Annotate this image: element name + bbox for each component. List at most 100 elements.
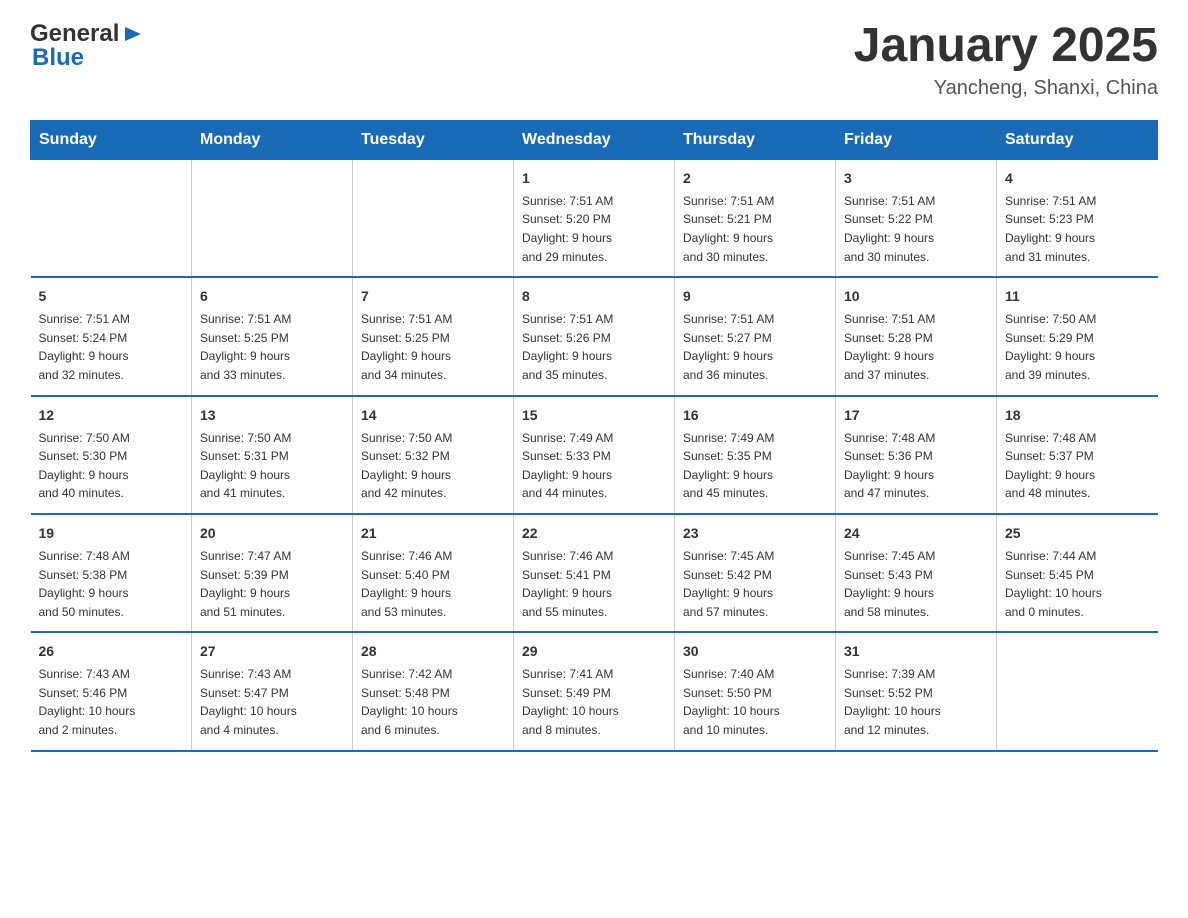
day-number: 1: [522, 168, 666, 189]
day-number: 3: [844, 168, 988, 189]
day-info: Sunrise: 7:46 AM Sunset: 5:40 PM Dayligh…: [361, 547, 505, 621]
calendar-cell: 7 Sunrise: 7:51 AM Sunset: 5:25 PM Daylig…: [353, 277, 514, 395]
day-info: Sunrise: 7:45 AM Sunset: 5:42 PM Dayligh…: [683, 547, 827, 621]
day-info: Sunrise: 7:41 AM Sunset: 5:49 PM Dayligh…: [522, 665, 666, 739]
day-number: 9: [683, 286, 827, 307]
calendar-cell: 6 Sunrise: 7:51 AM Sunset: 5:25 PM Daylig…: [192, 277, 353, 395]
day-number: 18: [1005, 405, 1150, 426]
calendar-cell: 5 Sunrise: 7:51 AM Sunset: 5:24 PM Daylig…: [31, 277, 192, 395]
day-number: 11: [1005, 286, 1150, 307]
calendar-cell: [353, 159, 514, 277]
day-info: Sunrise: 7:40 AM Sunset: 5:50 PM Dayligh…: [683, 665, 827, 739]
day-info: Sunrise: 7:51 AM Sunset: 5:26 PM Dayligh…: [522, 310, 666, 384]
calendar-cell: 3Sunrise: 7:51 AM Sunset: 5:22 PM Daylig…: [836, 159, 997, 277]
calendar-cell: 26 Sunrise: 7:43 AM Sunset: 5:46 PM Dayli…: [31, 632, 192, 750]
calendar-cell: [31, 159, 192, 277]
day-info: Sunrise: 7:44 AM Sunset: 5:45 PM Dayligh…: [1005, 547, 1150, 621]
calendar-cell: 15 Sunrise: 7:49 AM Sunset: 5:33 PM Dayli…: [514, 396, 675, 514]
day-info: Sunrise: 7:50 AM Sunset: 5:30 PM Dayligh…: [39, 429, 184, 503]
day-number: 12: [39, 405, 184, 426]
calendar-cell: 22 Sunrise: 7:46 AM Sunset: 5:41 PM Dayli…: [514, 514, 675, 632]
month-title: January 2025: [854, 20, 1158, 73]
day-number: 31: [844, 641, 988, 662]
day-number: 13: [200, 405, 344, 426]
day-info: Sunrise: 7:51 AM Sunset: 5:25 PM Dayligh…: [200, 310, 344, 384]
day-info: Sunrise: 7:47 AM Sunset: 5:39 PM Dayligh…: [200, 547, 344, 621]
calendar-week-row: 12 Sunrise: 7:50 AM Sunset: 5:30 PM Dayli…: [31, 396, 1158, 514]
day-of-week-header: Saturday: [997, 120, 1158, 159]
day-of-week-header: Thursday: [675, 120, 836, 159]
calendar-cell: 13 Sunrise: 7:50 AM Sunset: 5:31 PM Dayli…: [192, 396, 353, 514]
day-number: 17: [844, 405, 988, 426]
day-info: Sunrise: 7:48 AM Sunset: 5:37 PM Dayligh…: [1005, 429, 1150, 503]
day-of-week-header: Wednesday: [514, 120, 675, 159]
day-number: 24: [844, 523, 988, 544]
day-number: 14: [361, 405, 505, 426]
day-of-week-header: Tuesday: [353, 120, 514, 159]
day-number: 22: [522, 523, 666, 544]
day-info: Sunrise: 7:49 AM Sunset: 5:35 PM Dayligh…: [683, 429, 827, 503]
day-info: Sunrise: 7:51 AM Sunset: 5:21 PM Dayligh…: [683, 192, 827, 266]
day-number: 30: [683, 641, 827, 662]
day-number: 2: [683, 168, 827, 189]
day-number: 10: [844, 286, 988, 307]
day-info: Sunrise: 7:51 AM Sunset: 5:27 PM Dayligh…: [683, 310, 827, 384]
day-info: Sunrise: 7:39 AM Sunset: 5:52 PM Dayligh…: [844, 665, 988, 739]
day-info: Sunrise: 7:43 AM Sunset: 5:47 PM Dayligh…: [200, 665, 344, 739]
logo-arrow-icon: [121, 23, 143, 50]
day-of-week-header: Sunday: [31, 120, 192, 159]
calendar-cell: 29 Sunrise: 7:41 AM Sunset: 5:49 PM Dayli…: [514, 632, 675, 750]
day-info: Sunrise: 7:42 AM Sunset: 5:48 PM Dayligh…: [361, 665, 505, 739]
calendar-cell: 19Sunrise: 7:48 AM Sunset: 5:38 PM Dayli…: [31, 514, 192, 632]
calendar-cell: 20 Sunrise: 7:47 AM Sunset: 5:39 PM Dayli…: [192, 514, 353, 632]
day-info: Sunrise: 7:51 AM Sunset: 5:24 PM Dayligh…: [39, 310, 184, 384]
day-info: Sunrise: 7:48 AM Sunset: 5:36 PM Dayligh…: [844, 429, 988, 503]
day-number: 8: [522, 286, 666, 307]
calendar-cell: 24Sunrise: 7:45 AM Sunset: 5:43 PM Dayli…: [836, 514, 997, 632]
calendar-cell: 12 Sunrise: 7:50 AM Sunset: 5:30 PM Dayli…: [31, 396, 192, 514]
day-info: Sunrise: 7:51 AM Sunset: 5:20 PM Dayligh…: [522, 192, 666, 266]
calendar-cell: 14 Sunrise: 7:50 AM Sunset: 5:32 PM Dayli…: [353, 396, 514, 514]
day-info: Sunrise: 7:43 AM Sunset: 5:46 PM Dayligh…: [39, 665, 184, 739]
calendar-cell: 17 Sunrise: 7:48 AM Sunset: 5:36 PM Dayli…: [836, 396, 997, 514]
calendar-week-row: 26 Sunrise: 7:43 AM Sunset: 5:46 PM Dayli…: [31, 632, 1158, 750]
day-info: Sunrise: 7:51 AM Sunset: 5:23 PM Dayligh…: [1005, 192, 1150, 266]
day-number: 5: [39, 286, 184, 307]
calendar-cell: 28 Sunrise: 7:42 AM Sunset: 5:48 PM Dayli…: [353, 632, 514, 750]
day-number: 21: [361, 523, 505, 544]
day-of-week-header: Monday: [192, 120, 353, 159]
calendar-table: SundayMondayTuesdayWednesdayThursdayFrid…: [30, 120, 1158, 752]
calendar-cell: 16Sunrise: 7:49 AM Sunset: 5:35 PM Dayli…: [675, 396, 836, 514]
calendar-cell: 1 Sunrise: 7:51 AM Sunset: 5:20 PM Daylig…: [514, 159, 675, 277]
logo-blue-text: Blue: [32, 44, 84, 72]
day-number: 26: [39, 641, 184, 662]
day-info: Sunrise: 7:50 AM Sunset: 5:31 PM Dayligh…: [200, 429, 344, 503]
calendar-week-row: 19Sunrise: 7:48 AM Sunset: 5:38 PM Dayli…: [31, 514, 1158, 632]
day-info: Sunrise: 7:51 AM Sunset: 5:28 PM Dayligh…: [844, 310, 988, 384]
day-info: Sunrise: 7:51 AM Sunset: 5:25 PM Dayligh…: [361, 310, 505, 384]
day-of-week-header: Friday: [836, 120, 997, 159]
day-info: Sunrise: 7:50 AM Sunset: 5:32 PM Dayligh…: [361, 429, 505, 503]
calendar-cell: 23 Sunrise: 7:45 AM Sunset: 5:42 PM Dayli…: [675, 514, 836, 632]
logo: General Blue: [30, 20, 143, 72]
calendar-cell: 11 Sunrise: 7:50 AM Sunset: 5:29 PM Dayli…: [997, 277, 1158, 395]
day-info: Sunrise: 7:48 AM Sunset: 5:38 PM Dayligh…: [39, 547, 184, 621]
day-number: 29: [522, 641, 666, 662]
day-number: 15: [522, 405, 666, 426]
calendar-cell: 18 Sunrise: 7:48 AM Sunset: 5:37 PM Dayli…: [997, 396, 1158, 514]
calendar-week-row: 5 Sunrise: 7:51 AM Sunset: 5:24 PM Daylig…: [31, 277, 1158, 395]
day-number: 7: [361, 286, 505, 307]
day-info: Sunrise: 7:49 AM Sunset: 5:33 PM Dayligh…: [522, 429, 666, 503]
day-number: 23: [683, 523, 827, 544]
calendar-cell: 2 Sunrise: 7:51 AM Sunset: 5:21 PM Daylig…: [675, 159, 836, 277]
day-number: 20: [200, 523, 344, 544]
title-block: January 2025 Yancheng, Shanxi, China: [854, 20, 1158, 100]
day-info: Sunrise: 7:50 AM Sunset: 5:29 PM Dayligh…: [1005, 310, 1150, 384]
calendar-cell: 27Sunrise: 7:43 AM Sunset: 5:47 PM Dayli…: [192, 632, 353, 750]
day-info: Sunrise: 7:46 AM Sunset: 5:41 PM Dayligh…: [522, 547, 666, 621]
calendar-cell: 9 Sunrise: 7:51 AM Sunset: 5:27 PM Daylig…: [675, 277, 836, 395]
calendar-cell: 21 Sunrise: 7:46 AM Sunset: 5:40 PM Dayli…: [353, 514, 514, 632]
calendar-cell: 30 Sunrise: 7:40 AM Sunset: 5:50 PM Dayli…: [675, 632, 836, 750]
day-number: 6: [200, 286, 344, 307]
day-number: 28: [361, 641, 505, 662]
